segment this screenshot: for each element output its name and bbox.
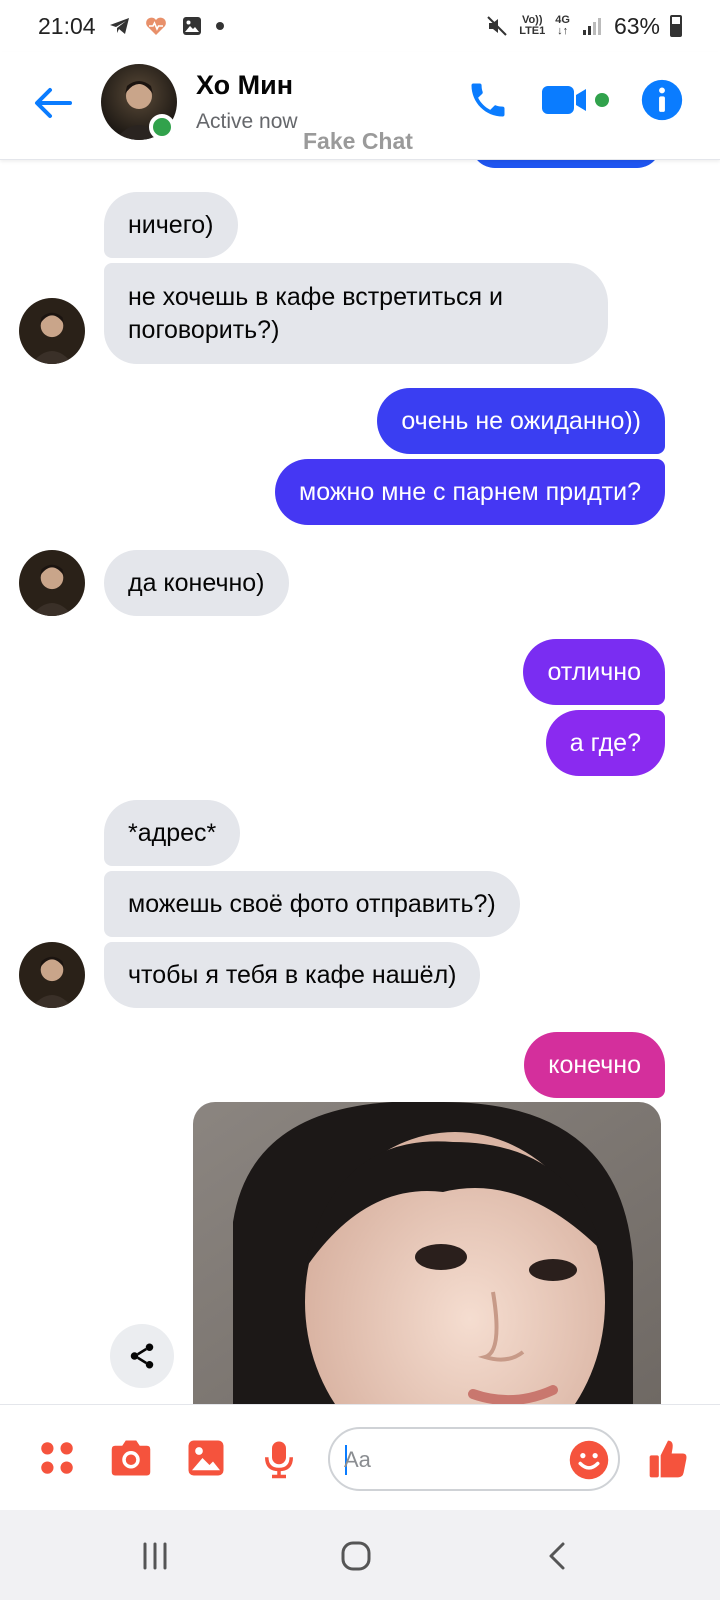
message-bubble-outgoing[interactable]: можно мне с парнем придти? <box>275 459 665 525</box>
sender-avatar[interactable] <box>19 550 85 616</box>
telegram-icon <box>109 18 129 34</box>
clock: 21:04 <box>38 12 96 39</box>
sent-photo[interactable] <box>193 1102 661 1404</box>
message-list: ничего) не хочешь в кафе встретиться и п… <box>0 160 720 1404</box>
message-bubble-incoming[interactable]: не хочешь в кафе встретиться и поговорит… <box>104 263 608 364</box>
message-bubble-outgoing[interactable]: а где? <box>545 710 665 776</box>
contact-status: Active now <box>196 110 298 133</box>
battery-icon <box>670 15 682 37</box>
contact-name[interactable]: Хо Мин <box>196 70 293 101</box>
sender-avatar[interactable] <box>19 942 85 1008</box>
message-bubble-incoming[interactable]: ничего) <box>104 192 238 258</box>
back-nav-icon[interactable] <box>538 1536 578 1576</box>
apps-grid-icon[interactable] <box>36 1437 78 1479</box>
message-bubble-outgoing[interactable]: очень не ожиданно)) <box>377 388 665 454</box>
battery-percent: 63% <box>613 12 660 39</box>
sender-avatar[interactable] <box>19 298 85 364</box>
message-input-field[interactable] <box>328 1427 620 1491</box>
home-icon[interactable] <box>336 1536 376 1576</box>
message-bubble-incoming[interactable]: да конечно) <box>104 550 289 616</box>
thumbs-up-icon[interactable] <box>646 1437 690 1481</box>
recent-apps-icon[interactable] <box>135 1536 175 1576</box>
message-bubble-partial[interactable] <box>471 160 661 168</box>
watermark: Fake Chat <box>303 128 413 154</box>
chat-header: Хо Мин Active now Fake Chat <box>0 52 720 160</box>
share-button[interactable] <box>110 1324 174 1388</box>
message-bubble-incoming[interactable]: чтобы я тебя в кафе нашёл) <box>104 942 481 1008</box>
image-notification-icon <box>182 17 201 35</box>
gallery-icon[interactable] <box>185 1437 227 1479</box>
heart-pulse-icon <box>145 17 166 35</box>
info-icon[interactable] <box>640 78 684 122</box>
share-icon <box>130 1343 154 1369</box>
message-bubble-outgoing[interactable]: конечно <box>524 1032 665 1098</box>
volte-indicator: Vo)) LTE1 <box>519 14 546 37</box>
composer-bar <box>0 1404 720 1510</box>
back-arrow-icon[interactable] <box>30 80 76 126</box>
phone-icon[interactable] <box>466 78 510 122</box>
microphone-icon[interactable] <box>258 1437 300 1481</box>
camera-icon[interactable] <box>108 1437 154 1479</box>
message-bubble-incoming[interactable]: можешь своё фото отправить?) <box>104 871 520 937</box>
signal-icon <box>582 18 601 35</box>
message-bubble-outgoing[interactable]: отлично <box>523 639 665 705</box>
online-indicator <box>149 114 175 140</box>
status-bar: 21:04 Vo)) LTE1 4G ↓↑ 63% <box>0 0 720 52</box>
network-gen-indicator: 4G ↓↑ <box>555 14 570 37</box>
more-dot-icon <box>215 22 224 30</box>
emoji-icon[interactable] <box>568 1439 610 1481</box>
message-input[interactable] <box>344 1441 554 1479</box>
message-bubble-incoming[interactable]: *адрес* <box>104 800 241 866</box>
video-camera-icon[interactable] <box>540 78 612 122</box>
mute-icon <box>487 16 507 36</box>
system-nav-bar <box>0 1510 720 1600</box>
